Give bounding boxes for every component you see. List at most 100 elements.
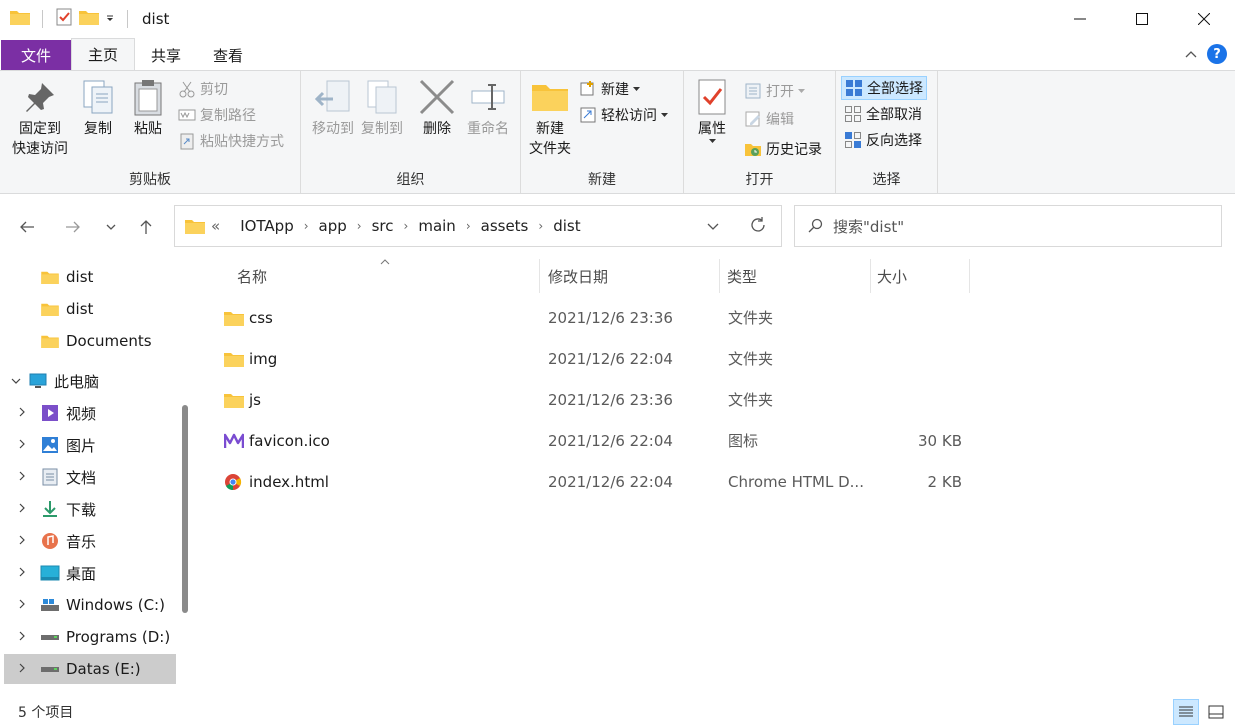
chevron-right-icon[interactable]	[4, 663, 40, 676]
details-view-button[interactable]	[1173, 699, 1199, 725]
copy-path-button[interactable]: 复制路径	[178, 103, 256, 127]
table-row[interactable]: img 2021/12/6 22:04 文件夹	[196, 338, 1196, 379]
large-icons-view-button[interactable]	[1203, 699, 1229, 725]
edit-button[interactable]: 编辑	[744, 107, 794, 131]
table-row[interactable]: index.html 2021/12/6 22:04 Chrome HTML D…	[196, 461, 1196, 502]
copy-button[interactable]: 复制	[78, 77, 118, 139]
sidebar-item-videos[interactable]: 视频	[4, 398, 176, 428]
chevron-right-icon[interactable]	[4, 599, 40, 612]
tab-file[interactable]: 文件	[1, 40, 71, 70]
search-input[interactable]: 搜索"dist"	[833, 216, 904, 237]
sidebar-item-documents-folder[interactable]: Documents	[4, 326, 176, 356]
file-name: js	[249, 390, 261, 409]
table-row[interactable]: css 2021/12/6 23:36 文件夹	[196, 297, 1196, 338]
refresh-button[interactable]	[749, 216, 767, 238]
breadcrumb-dist[interactable]: dist	[553, 217, 580, 235]
table-row[interactable]: js 2021/12/6 23:36 文件夹	[196, 379, 1196, 420]
new-folder-button[interactable]: 新建 文件夹	[527, 77, 573, 159]
breadcrumb-overflow[interactable]: «	[211, 217, 220, 235]
desktop-icon	[40, 564, 60, 582]
folder-icon	[224, 379, 244, 420]
properties-button[interactable]: 属性	[692, 77, 732, 144]
tab-view[interactable]: 查看	[197, 40, 259, 70]
sidebar-item-windows-c[interactable]: Windows (C:)	[4, 590, 176, 620]
close-button[interactable]	[1173, 0, 1235, 38]
chevron-right-icon[interactable]	[4, 631, 40, 644]
chevron-down-icon[interactable]	[4, 375, 28, 388]
column-header-type[interactable]: 类型	[727, 259, 757, 293]
chevron-right-icon[interactable]: ›	[466, 219, 471, 233]
breadcrumb-app[interactable]: app	[319, 217, 347, 235]
breadcrumb-src[interactable]: src	[372, 217, 394, 235]
column-header-name[interactable]: 名称	[237, 259, 267, 293]
search-box[interactable]: 搜索"dist"	[794, 205, 1222, 247]
new-item-button[interactable]: 新建	[579, 77, 640, 101]
sidebar-item-dist[interactable]: dist	[4, 262, 176, 292]
help-icon[interactable]: ?	[1207, 44, 1227, 64]
column-header-date[interactable]: 修改日期	[548, 259, 608, 293]
address-dropdown-button[interactable]	[707, 219, 719, 235]
move-to-button[interactable]: 移动到	[305, 77, 361, 139]
sidebar-item-pictures[interactable]: 图片	[4, 430, 176, 460]
sidebar-item-dist[interactable]: dist	[4, 294, 176, 324]
tab-home[interactable]: 主页	[71, 38, 136, 70]
chevron-right-icon[interactable]	[4, 503, 40, 516]
sidebar-item-desktop[interactable]: 桌面	[4, 558, 176, 588]
select-none-icon	[845, 106, 861, 122]
sidebar-item-music[interactable]: 音乐	[4, 526, 176, 556]
select-none-button[interactable]: 全部取消	[844, 102, 922, 126]
paste-shortcut-button[interactable]: 粘贴快捷方式	[178, 129, 284, 153]
collapse-ribbon-icon[interactable]	[1185, 46, 1197, 62]
new-folder-quick-icon[interactable]	[79, 9, 99, 29]
chevron-right-icon[interactable]	[4, 407, 40, 420]
sidebar-scrollbar[interactable]	[182, 405, 188, 613]
breadcrumb-main[interactable]: main	[418, 217, 455, 235]
details-view-icon	[1179, 706, 1193, 717]
properties-quick-icon[interactable]	[55, 8, 73, 30]
organize-group: 移动到 复制到 删除 重命名 组织	[301, 71, 521, 193]
chevron-right-icon[interactable]	[4, 535, 40, 548]
up-button[interactable]	[134, 215, 158, 239]
sidebar-item-this-pc[interactable]: 此电脑	[4, 366, 176, 396]
forward-button[interactable]	[61, 215, 85, 239]
chevron-right-icon[interactable]	[4, 471, 40, 484]
open-button[interactable]: 打开	[744, 79, 805, 103]
chevron-right-icon[interactable]	[4, 567, 40, 580]
invert-selection-button[interactable]: 反向选择	[844, 128, 922, 152]
minimize-button[interactable]	[1049, 0, 1111, 38]
chevron-right-icon[interactable]: ›	[404, 219, 409, 233]
sidebar-item-programs-d[interactable]: Programs (D:)	[4, 622, 176, 652]
recent-locations-button[interactable]	[99, 215, 123, 239]
easy-access-icon	[580, 107, 596, 123]
chevron-down-icon	[707, 223, 719, 230]
chevron-right-icon[interactable]: ›	[357, 219, 362, 233]
customize-quick-access-icon[interactable]	[105, 11, 115, 27]
select-all-button[interactable]: 全部选择	[841, 76, 927, 100]
breadcrumb-iotapp[interactable]: IOTApp	[240, 217, 294, 235]
tab-share[interactable]: 共享	[135, 40, 197, 70]
move-to-icon	[314, 80, 350, 112]
copy-to-button[interactable]: 复制到	[357, 77, 407, 139]
chevron-right-icon[interactable]: ›	[304, 219, 309, 233]
easy-access-button[interactable]: 轻松访问	[579, 103, 668, 127]
sidebar-item-datas-e[interactable]: Datas (E:)	[4, 654, 176, 684]
drive-icon	[40, 596, 60, 614]
history-button[interactable]: 历史记录	[744, 137, 822, 161]
sidebar-item-downloads[interactable]: 下载	[4, 494, 176, 524]
maximize-button[interactable]	[1111, 0, 1173, 38]
chevron-right-icon[interactable]	[4, 439, 40, 452]
delete-button[interactable]: 删除	[417, 77, 457, 139]
back-button[interactable]	[15, 215, 39, 239]
sidebar-item-documents[interactable]: 文档	[4, 462, 176, 492]
column-header-size[interactable]: 大小	[877, 259, 907, 293]
chevron-right-icon[interactable]: ›	[538, 219, 543, 233]
pin-quick-access-button[interactable]: 固定到 快速访问	[6, 77, 74, 159]
documents-icon	[40, 468, 60, 486]
table-row[interactable]: favicon.ico 2021/12/6 22:04 图标 30 KB	[196, 420, 1196, 461]
paste-button[interactable]: 粘贴	[128, 77, 168, 139]
address-bar[interactable]: « IOTApp › app › src › main › assets › d…	[174, 205, 782, 247]
rename-button[interactable]: 重命名	[463, 77, 513, 139]
breadcrumb-assets[interactable]: assets	[481, 217, 529, 235]
cut-button[interactable]: 剪切	[178, 77, 228, 101]
cut-icon	[179, 81, 195, 98]
